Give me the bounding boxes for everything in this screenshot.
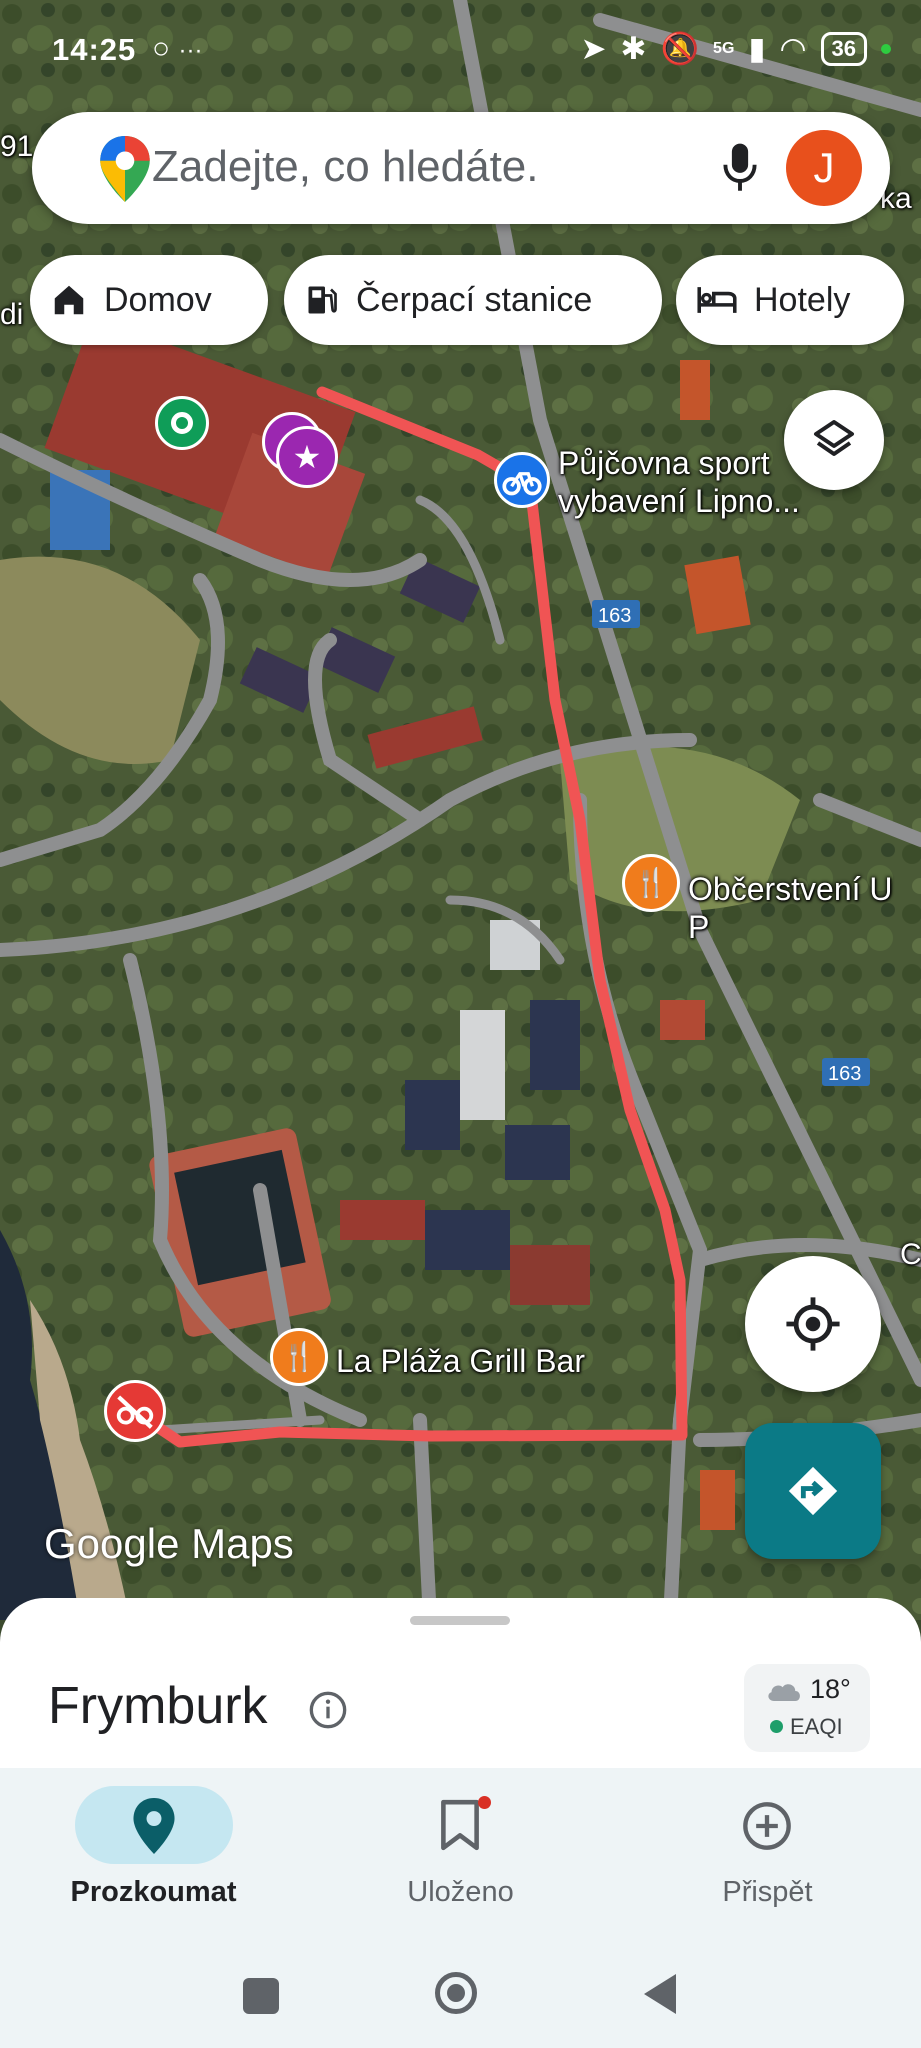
green-place-marker[interactable] bbox=[155, 396, 209, 450]
google-maps-watermark: Google Maps bbox=[44, 1520, 294, 1567]
signal-icon: ▮ bbox=[748, 30, 766, 66]
bike-rental-label[interactable]: Půjčovna sport vybavení Lipno... bbox=[558, 444, 800, 520]
recents-button[interactable] bbox=[243, 1978, 279, 2014]
air-quality-label: EAQI bbox=[790, 1714, 843, 1739]
info-icon[interactable] bbox=[308, 1690, 348, 1730]
nav-label: Uloženo bbox=[407, 1876, 514, 1908]
google-maps-pin-icon bbox=[100, 136, 150, 202]
bike-rental-label-line1: Půjčovna sport bbox=[558, 445, 770, 481]
ring-status-icon: ○ bbox=[152, 32, 171, 65]
route-end-marker[interactable] bbox=[104, 1380, 166, 1442]
restaurant-marker[interactable]: 🍴 bbox=[622, 854, 680, 912]
search-bar[interactable]: Zadejte, co hledáte. J bbox=[32, 112, 890, 224]
silent-bell-icon: 🔕 bbox=[660, 31, 700, 66]
more-dots-icon: ··· bbox=[178, 37, 203, 64]
nav-contribute[interactable]: Přispět bbox=[614, 1768, 921, 1948]
bicycle-icon bbox=[502, 472, 542, 496]
road-number-label: 163 bbox=[828, 1063, 862, 1085]
status-time: 14:25 bbox=[52, 32, 137, 67]
location-arrow-icon: ➤ bbox=[580, 30, 607, 66]
star-icon: ★ bbox=[292, 439, 322, 475]
chip-home[interactable]: Domov bbox=[30, 255, 268, 345]
chip-label: Čerpací stanice bbox=[356, 280, 593, 319]
map-edge-label: C bbox=[900, 1238, 921, 1271]
bottom-navigation: Prozkoumat Uloženo Přispět bbox=[0, 1768, 921, 1948]
weather-temperature: 18° bbox=[810, 1674, 851, 1704]
nav-label: Přispět bbox=[722, 1876, 813, 1908]
place-sheet[interactable]: Frymburk 18° EAQI bbox=[0, 1598, 921, 1768]
battery-indicator: 36 bbox=[820, 31, 867, 66]
bicycle-off-icon bbox=[116, 1395, 154, 1429]
network-type-label: 5G bbox=[713, 39, 735, 57]
home-dot-icon bbox=[447, 1984, 465, 2002]
grill-bar-label[interactable]: La Pláža Grill Bar bbox=[336, 1342, 585, 1380]
explore-pin-icon bbox=[133, 1798, 175, 1854]
map-edge-label: 91 bbox=[0, 130, 34, 163]
user-avatar[interactable]: J bbox=[786, 130, 862, 206]
status-icons: ➤ ✱ 🔕 5G ▮ ◠ 36 bbox=[580, 30, 891, 67]
status-left-icons: ○ ··· bbox=[152, 32, 202, 66]
microphone-icon[interactable] bbox=[720, 142, 760, 194]
layers-button[interactable] bbox=[784, 390, 884, 490]
privacy-dot-icon bbox=[881, 43, 891, 54]
nav-explore[interactable]: Prozkoumat bbox=[0, 1768, 307, 1948]
directions-icon bbox=[788, 1466, 838, 1516]
home-icon bbox=[54, 285, 84, 315]
bike-rental-marker[interactable] bbox=[494, 452, 550, 508]
weather-badge[interactable]: 18° EAQI bbox=[744, 1664, 870, 1752]
fork-knife-icon: 🍴 bbox=[281, 1341, 317, 1372]
sheet-drag-handle[interactable] bbox=[410, 1616, 510, 1625]
fork-knife-icon: 🍴 bbox=[633, 867, 669, 898]
chip-label: Hotely bbox=[754, 280, 851, 319]
snack-bar-label[interactable]: Občerstvení U P bbox=[688, 870, 921, 946]
notification-dot-icon bbox=[478, 1796, 491, 1809]
system-navigation-bar bbox=[0, 1948, 921, 2048]
gas-station-icon bbox=[308, 286, 337, 314]
back-button[interactable] bbox=[640, 1972, 680, 2016]
chip-gas-station[interactable]: Čerpací stanice bbox=[284, 255, 662, 345]
bike-rental-label-line2: vybavení Lipno... bbox=[558, 483, 800, 519]
add-circle-icon bbox=[743, 1802, 791, 1850]
layers-icon bbox=[814, 420, 854, 456]
chip-hotels[interactable]: Hotely bbox=[676, 255, 904, 345]
place-title: Frymburk bbox=[48, 1677, 268, 1735]
air-quality-dot-icon bbox=[770, 1720, 783, 1733]
map-edge-label: di bbox=[0, 298, 24, 331]
status-bar: 14:25 ○ ··· ➤ ✱ 🔕 5G ▮ ◠ 36 bbox=[0, 0, 921, 100]
chip-label: Domov bbox=[104, 280, 212, 319]
bookmark-icon bbox=[441, 1799, 479, 1851]
bluetooth-icon: ✱ bbox=[620, 30, 647, 66]
restaurant-marker[interactable]: 🍴 bbox=[270, 1328, 328, 1386]
marker-dot-icon bbox=[171, 412, 193, 434]
directions-button[interactable] bbox=[745, 1423, 881, 1559]
crosshair-location-icon bbox=[786, 1297, 840, 1351]
wifi-icon: ◠ bbox=[779, 30, 807, 66]
my-location-button[interactable] bbox=[745, 1256, 881, 1392]
nav-label: Prozkoumat bbox=[70, 1876, 237, 1908]
home-button[interactable] bbox=[435, 1972, 477, 2014]
search-input[interactable]: Zadejte, co hledáte. bbox=[152, 142, 538, 192]
road-number-label: 163 bbox=[598, 605, 632, 627]
cloud-icon bbox=[768, 1684, 800, 1701]
hotel-bed-icon bbox=[697, 287, 737, 313]
star-marker[interactable]: ★ bbox=[276, 426, 338, 488]
nav-saved[interactable]: Uloženo bbox=[307, 1768, 614, 1948]
